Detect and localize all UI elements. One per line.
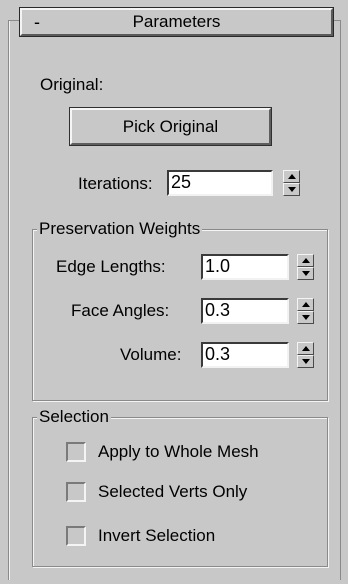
spinner-up-button[interactable] (283, 170, 300, 183)
volume-spinner[interactable] (297, 342, 314, 368)
arrow-up-icon (288, 174, 296, 179)
spinner-down-button[interactable] (283, 183, 300, 196)
arrow-down-icon (302, 271, 310, 276)
original-label: Original: (40, 75, 104, 94)
apply-whole-mesh-checkbox[interactable] (66, 442, 86, 462)
selected-verts-only-label[interactable]: Selected Verts Only (98, 482, 247, 502)
spinner-up-button[interactable] (297, 342, 314, 355)
parameters-rollout-header[interactable]: - Parameters (19, 7, 334, 37)
face-angles-label: Face Angles: (71, 301, 170, 320)
iterations-spinner[interactable] (283, 170, 300, 196)
edge-lengths-spinner[interactable] (297, 254, 314, 280)
selection-title: Selection (37, 407, 111, 427)
arrow-up-icon (302, 258, 310, 263)
edge-lengths-label: Edge Lengths: (56, 257, 166, 276)
volume-field[interactable]: 0.3 (201, 342, 289, 368)
spinner-down-button[interactable] (297, 311, 314, 324)
arrow-up-icon (302, 302, 310, 307)
rollout-frame-right (340, 20, 341, 580)
apply-whole-mesh-label[interactable]: Apply to Whole Mesh (98, 442, 259, 462)
rollout-frame-left-highlight (9, 20, 10, 580)
spinner-down-button[interactable] (297, 355, 314, 368)
arrow-down-icon (288, 187, 296, 192)
selected-verts-only-checkbox[interactable] (66, 482, 86, 502)
iterations-field[interactable]: 25 (167, 170, 273, 196)
face-angles-field[interactable]: 0.3 (201, 298, 289, 324)
preservation-weights-title: Preservation Weights (37, 219, 203, 239)
rollout-title: Parameters (132, 12, 221, 31)
spinner-up-button[interactable] (297, 298, 314, 311)
spinner-down-button[interactable] (297, 267, 314, 280)
face-angles-spinner[interactable] (297, 298, 314, 324)
pick-original-button[interactable]: Pick Original (69, 107, 272, 146)
iterations-label: Iterations: (78, 174, 153, 193)
edge-lengths-field[interactable]: 1.0 (201, 254, 289, 280)
rollout-frame-top-right (332, 20, 341, 21)
arrow-down-icon (302, 315, 310, 320)
arrow-down-icon (302, 359, 310, 364)
volume-label: Volume: (120, 345, 182, 364)
arrow-up-icon (302, 346, 310, 351)
invert-selection-checkbox[interactable] (66, 526, 86, 546)
invert-selection-label[interactable]: Invert Selection (98, 526, 215, 546)
spinner-up-button[interactable] (297, 254, 314, 267)
